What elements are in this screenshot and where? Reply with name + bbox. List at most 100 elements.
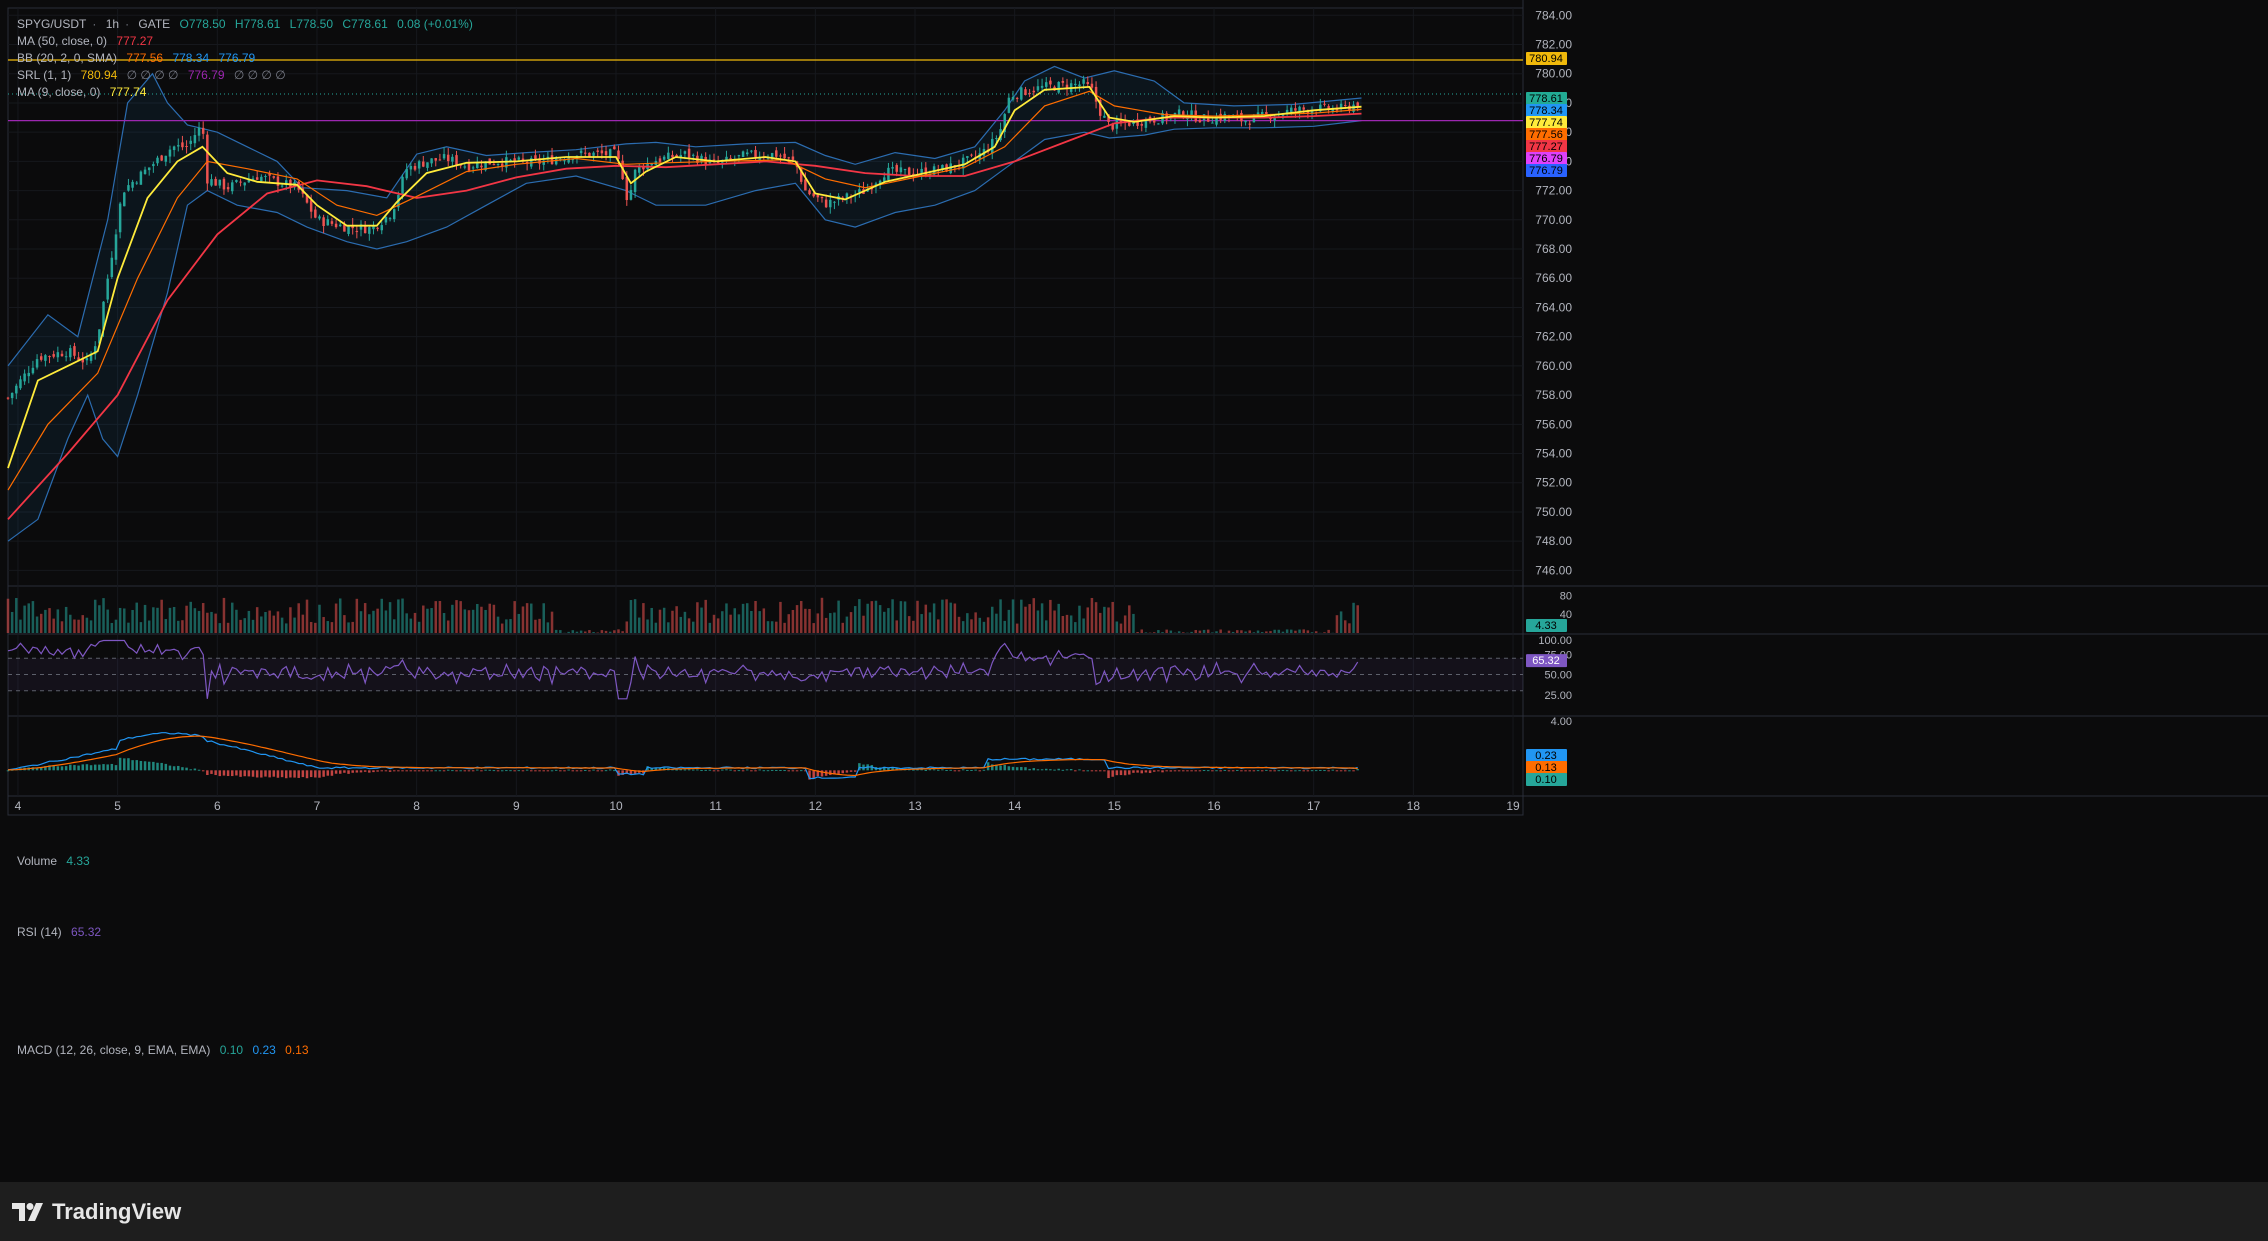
macd-histogram-bar	[1140, 770, 1144, 774]
volume-bar	[1140, 629, 1144, 633]
rsi-legend[interactable]: RSI (14) 65.32	[17, 925, 107, 939]
macd-histogram-bar	[1298, 770, 1301, 772]
chart-svg[interactable]: 4 5 6 7 8 9 10 11 12 13 14 15 16 17 18 19784.00782.0078…	[0, 0, 2268, 1182]
macd-histogram-bar	[102, 764, 105, 771]
candle-body	[6, 397, 10, 399]
macd-histogram-bar	[849, 770, 853, 772]
macd-histogram-bar	[1128, 770, 1131, 775]
volume-bar	[492, 604, 496, 633]
volume-bar	[27, 603, 31, 633]
candle-body	[787, 157, 791, 159]
volume-bar	[758, 611, 761, 633]
time-axis-label: 16	[1207, 799, 1221, 813]
macd-histogram-bar	[1036, 769, 1040, 771]
volume-bar	[853, 606, 857, 633]
symbol-legend[interactable]: SPYG/USDT · 1h · GATE O778.50 H778.61 L778…	[17, 17, 479, 31]
macd-histogram-bar	[1061, 769, 1065, 771]
macd-legend[interactable]: MACD (12, 26, close, 9, EMA, EMA) 0.10 0…	[17, 1043, 315, 1057]
volume-bar	[1036, 610, 1040, 633]
price-axis-tick: 750.00	[1535, 505, 1572, 519]
candle-body	[1177, 109, 1181, 115]
volume-bar	[60, 621, 64, 633]
volume-bar	[1065, 614, 1069, 633]
volume-bar	[293, 617, 296, 633]
volume-axis-tick: 80	[1560, 590, 1572, 602]
macd-histogram-bar	[446, 769, 450, 771]
candle-body	[1140, 123, 1144, 126]
volume-bar	[941, 599, 944, 633]
srl-value: 780.94	[80, 68, 118, 82]
volume-bar	[1252, 632, 1256, 633]
volume-bar	[708, 622, 712, 633]
volume-bar	[1057, 603, 1060, 633]
volume-bar	[422, 605, 425, 633]
symbol-name[interactable]: SPYG/USDT	[17, 17, 86, 31]
candle-body	[64, 356, 68, 358]
macd-histogram-bar	[318, 770, 321, 778]
macd-histogram-bar	[77, 765, 80, 771]
volume-bar	[575, 631, 579, 633]
candle-body	[991, 138, 994, 154]
bb-legend[interactable]: BB (20, 2, 0, SMA) 777.56 778.34 776.79	[17, 51, 261, 65]
macd-histogram-bar	[741, 770, 745, 772]
volume-bar	[534, 619, 537, 633]
volume-bar	[1032, 598, 1036, 633]
volume-bar	[1069, 615, 1073, 633]
candle-body	[1044, 82, 1048, 87]
macd-histogram-bar	[737, 770, 741, 772]
candle-body	[438, 159, 442, 161]
ma9-legend[interactable]: MA (9, close, 0) 777.74	[17, 85, 152, 99]
macd-histogram-bar	[837, 770, 840, 774]
volume-bar	[1090, 597, 1094, 633]
price-tag-label: 778.61	[1529, 93, 1563, 105]
macd-histogram-bar	[455, 770, 458, 772]
volume-bar	[451, 604, 454, 633]
macd-histogram-bar	[368, 770, 371, 773]
candle-body	[85, 358, 89, 361]
candle-body	[783, 153, 786, 159]
volume-bar	[737, 614, 741, 633]
candle-body	[185, 146, 188, 148]
macd-histogram-bar	[1107, 770, 1110, 779]
macd-histogram-bar	[953, 770, 957, 772]
volume-bar	[355, 598, 359, 633]
volume-bar	[1323, 632, 1326, 633]
candle-body	[1040, 85, 1044, 88]
candle-body	[604, 151, 608, 156]
macd-histogram-bar	[1086, 770, 1090, 772]
candle-body	[401, 176, 404, 194]
volume-bar	[380, 598, 384, 633]
macd-histogram-bar	[1144, 770, 1148, 773]
candle-body	[1032, 90, 1036, 93]
volume-bar	[725, 603, 728, 633]
tradingview-logo[interactable]: TradingView	[12, 1199, 181, 1225]
volume-bar	[297, 603, 300, 633]
ma50-legend[interactable]: MA (50, close, 0) 777.27	[17, 34, 159, 48]
volume-legend[interactable]: Volume 4.33	[17, 854, 96, 868]
volume-bar	[833, 612, 836, 633]
bb-value-1: 777.56	[126, 51, 164, 65]
candle-body	[114, 234, 118, 260]
price-tag: 777.56	[1526, 128, 1567, 141]
price-tag-label: 780.94	[1529, 53, 1563, 65]
macd-histogram-bar	[193, 768, 197, 771]
macd-histogram-bar	[1302, 770, 1305, 772]
interval-label[interactable]: 1h	[106, 17, 119, 31]
macd-histogram-bar	[326, 770, 330, 776]
candle-body	[226, 187, 230, 190]
volume-bar	[812, 623, 815, 633]
macd-histogram-bar	[546, 770, 550, 772]
srl-legend[interactable]: SRL (1, 1) 780.94 ∅ ∅ ∅ ∅ 776.79 ∅ ∅ ∅ ∅	[17, 68, 292, 82]
candle-body	[554, 158, 558, 165]
time-axis-label: 13	[908, 799, 922, 813]
volume-bar	[816, 613, 820, 633]
macd-histogram-bar	[1281, 769, 1285, 771]
volume-bar	[1206, 629, 1210, 633]
candle-body	[39, 356, 43, 360]
macd-histogram-bar	[700, 770, 703, 772]
macd-histogram-bar	[567, 769, 570, 771]
volume-bar	[15, 598, 18, 633]
macd-histogram-bar	[185, 767, 188, 771]
volume-bar	[584, 631, 587, 633]
candle-body	[147, 167, 151, 171]
